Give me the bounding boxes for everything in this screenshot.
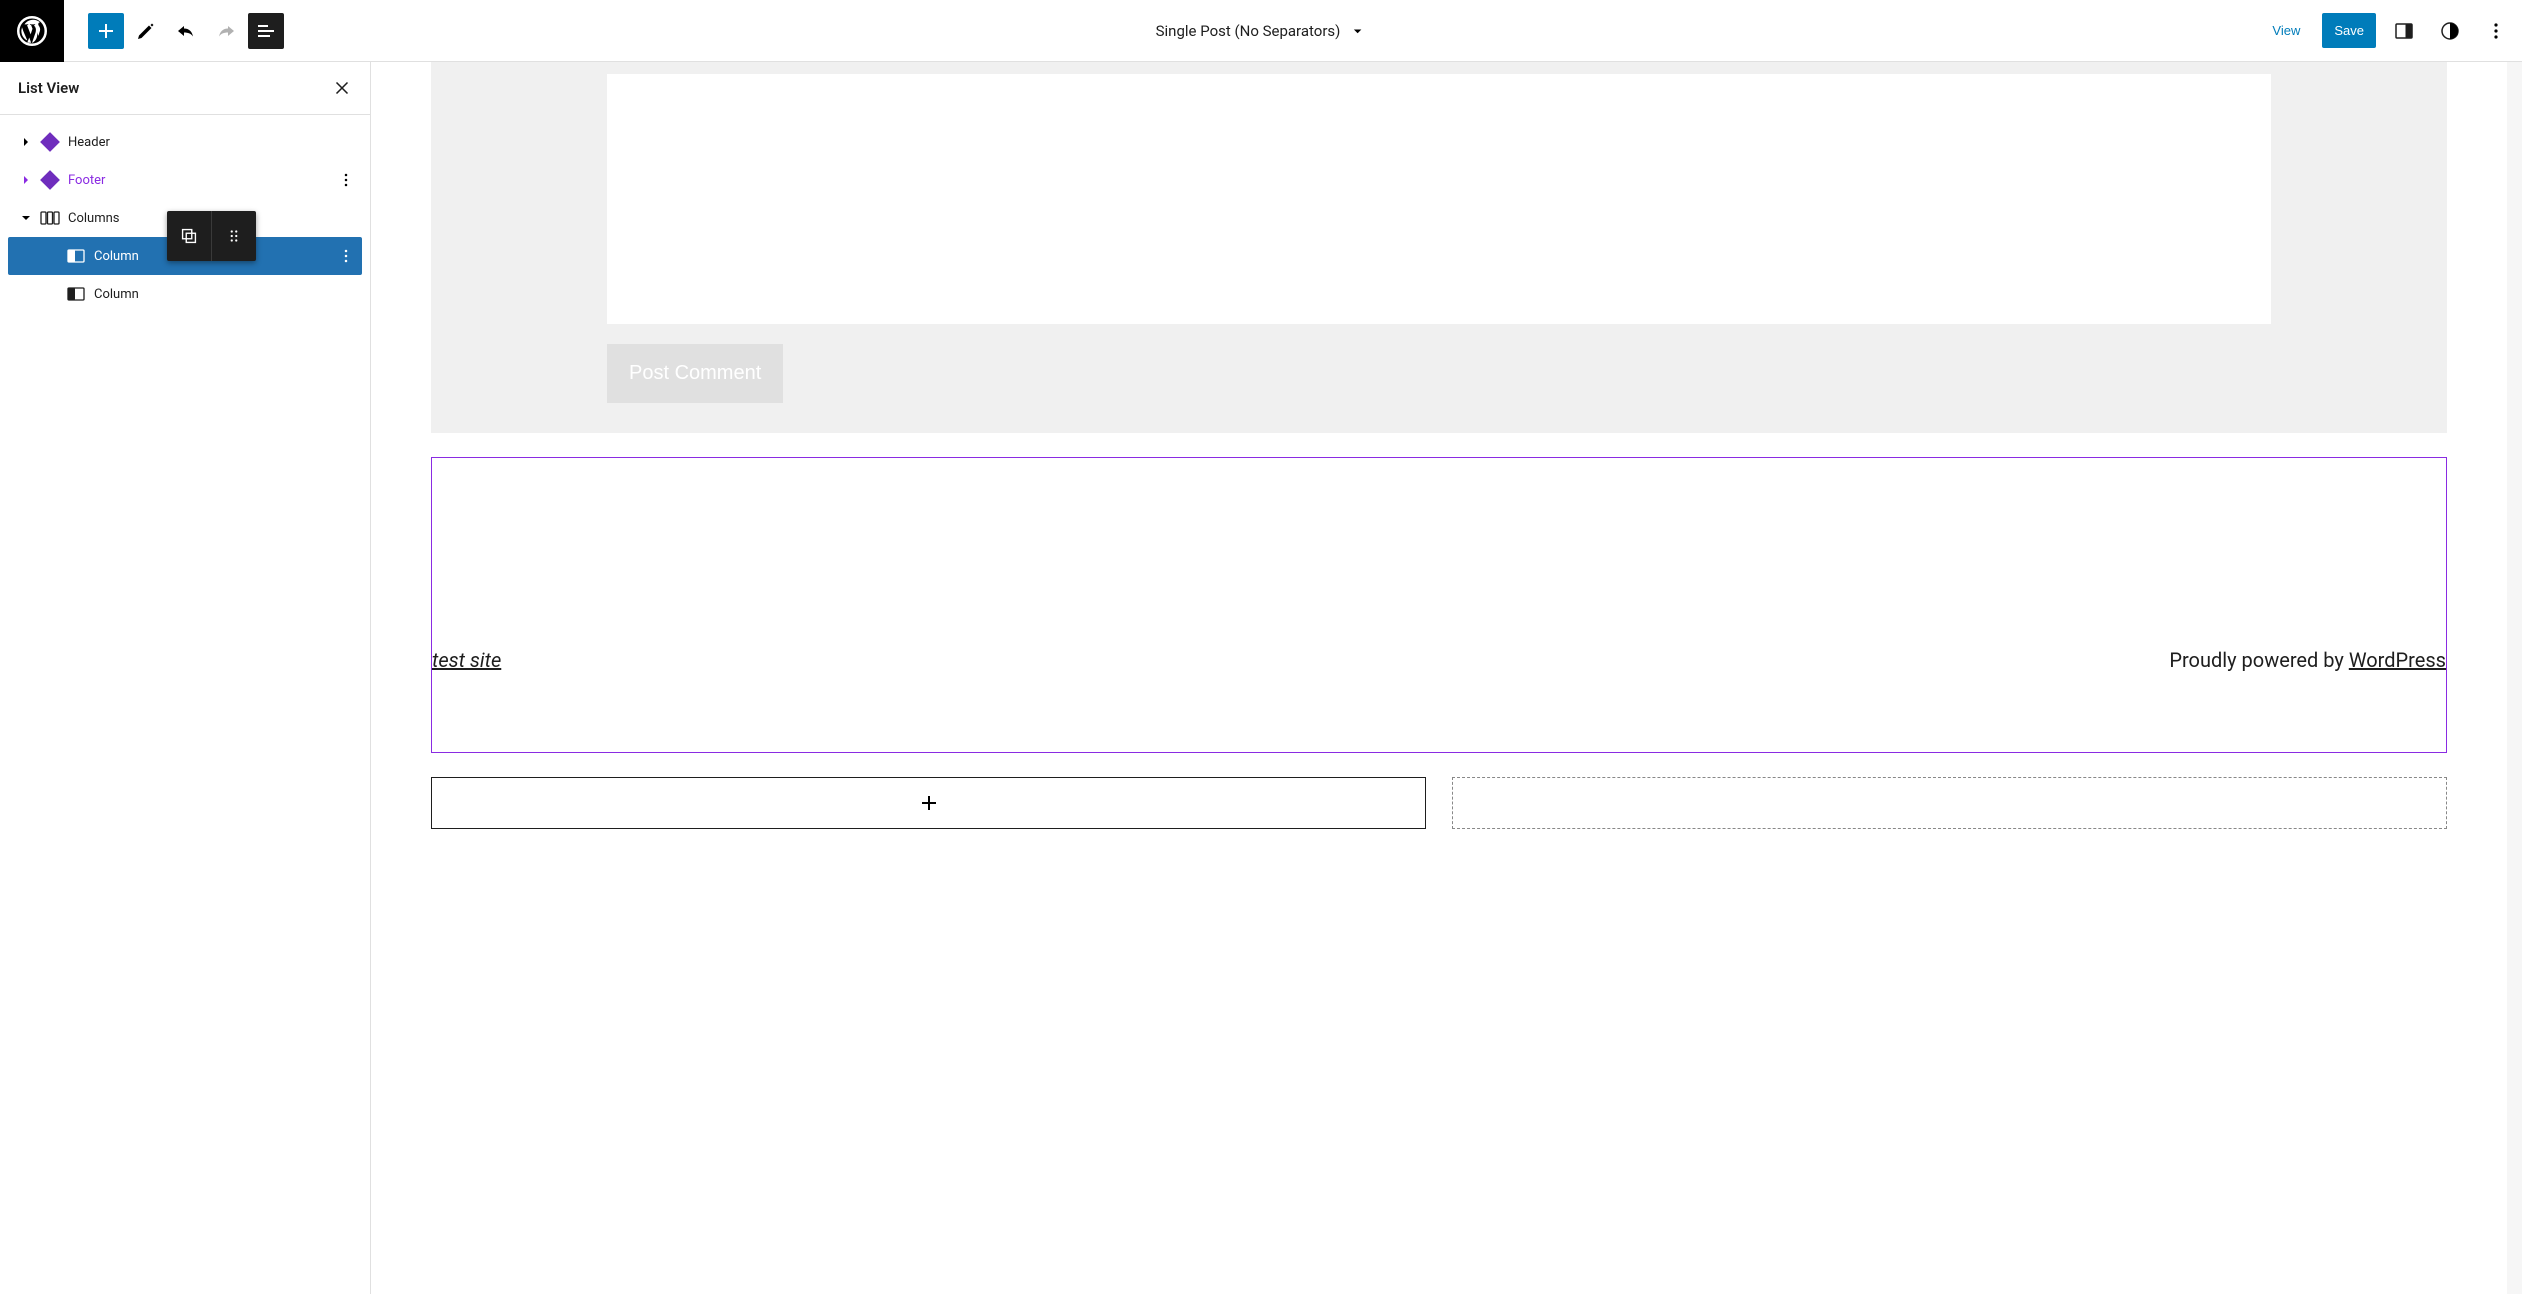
topbar-left [0,0,284,61]
redo-button[interactable] [208,13,244,49]
chevron-down-icon [1348,22,1366,40]
block-toolbar [167,211,256,261]
list-view-toggle[interactable] [248,13,284,49]
column-placeholder[interactable] [1452,777,2447,829]
expander-icon[interactable] [14,172,38,188]
expander-icon[interactable] [14,210,38,226]
redo-icon [214,19,238,43]
drag-icon [225,227,243,245]
list-view-panel: List View Header Footer Columns [0,62,371,1294]
close-list-view-button[interactable] [330,76,354,100]
row-options-button[interactable] [330,170,362,190]
insert-block-button[interactable] [88,13,124,49]
duplicate-button[interactable] [167,211,211,261]
list-view-tree: Header Footer Columns Colu [0,115,370,321]
comments-block[interactable]: Post Comment [431,62,2447,433]
columns-icon [38,206,62,230]
undo-button[interactable] [168,13,204,49]
powered-by-text: Proudly powered by WordPress [2169,648,2446,672]
scrollbar[interactable] [2507,62,2522,1294]
sidebar-icon [2392,19,2416,43]
kebab-icon [336,170,356,190]
list-item-label: Columns [68,211,120,226]
options-menu[interactable] [2478,13,2514,49]
plus-icon [917,791,941,815]
template-part-icon [38,168,62,192]
comment-textarea[interactable] [607,74,2271,324]
view-button[interactable]: View [2260,15,2312,46]
footer-content: test site Proudly powered by WordPress [432,648,2446,672]
drag-handle[interactable] [212,211,256,261]
save-button[interactable]: Save [2322,13,2376,48]
column-icon [64,244,88,268]
kebab-icon [336,246,356,266]
chevron-down-icon [18,210,34,226]
topbar-right: View Save [2260,13,2522,49]
list-item-label: Header [68,135,110,150]
expander-icon[interactable] [14,134,38,150]
column-icon [64,282,88,306]
wordpress-link[interactable]: WordPress [2349,648,2446,672]
list-view-title: List View [18,79,79,97]
styles-toggle[interactable] [2432,13,2468,49]
template-part-icon [38,130,62,154]
settings-sidebar-toggle[interactable] [2386,13,2422,49]
chevron-right-icon [18,134,34,150]
canvas-inner: Post Comment test site Proudly powered b… [371,62,2507,869]
post-comment-button[interactable]: Post Comment [607,344,783,403]
document-title: Single Post (No Separators) [1156,22,1341,40]
plus-icon [94,19,118,43]
body-area: List View Header Footer Columns [0,62,2522,1294]
close-icon [331,77,353,99]
pen-icon [134,19,158,43]
list-item-column[interactable]: Column [8,275,362,313]
edit-tool-button[interactable] [128,13,164,49]
list-view-header: List View [0,62,370,115]
row-options-button[interactable] [330,246,362,266]
column-appender[interactable] [431,777,1426,829]
list-item-label: Column [94,287,139,302]
editor-topbar: Single Post (No Separators) View Save [0,0,2522,62]
list-item-label: Column [94,249,139,264]
list-item-label: Footer [68,173,105,188]
kebab-icon [2484,19,2508,43]
wordpress-icon [17,16,47,46]
editor-canvas[interactable]: Post Comment test site Proudly powered b… [371,62,2507,1294]
list-item-footer[interactable]: Footer [8,161,362,199]
chevron-right-icon [18,172,34,188]
duplicate-icon [178,225,200,247]
list-item-header[interactable]: Header [8,123,362,161]
undo-icon [174,19,198,43]
site-title-link[interactable]: test site [432,648,501,672]
list-view-icon [254,19,278,43]
styles-icon [2438,19,2462,43]
powered-prefix: Proudly powered by [2169,648,2348,672]
footer-block[interactable]: test site Proudly powered by WordPress [431,457,2447,753]
columns-block[interactable] [431,777,2447,829]
document-title-dropdown[interactable]: Single Post (No Separators) [1156,22,1367,40]
tool-group [64,13,284,49]
wp-logo[interactable] [0,0,64,62]
list-item-column-selected[interactable]: Column [8,237,362,275]
